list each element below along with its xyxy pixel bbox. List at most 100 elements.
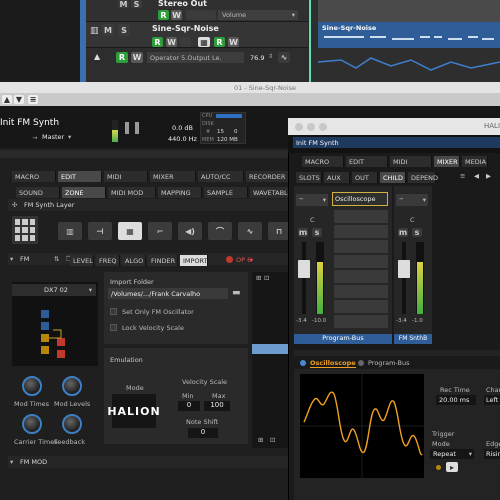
midi-clip[interactable]: Sine-Sqr-Noise bbox=[318, 22, 500, 48]
halion-subtab-out[interactable]: OUT bbox=[352, 172, 378, 183]
write-button[interactable]: W bbox=[228, 37, 239, 47]
tab-edit[interactable]: EDIT bbox=[58, 171, 102, 182]
menu-icon[interactable]: ≡ bbox=[28, 95, 38, 104]
halion-tab-macro[interactable]: MACRO bbox=[302, 156, 344, 167]
lfo-icon[interactable]: ∿ bbox=[238, 222, 262, 240]
halion-subtab-child[interactable]: CHILD bbox=[380, 172, 406, 183]
tab-midi[interactable]: MIDI bbox=[104, 171, 148, 182]
insert-slot[interactable] bbox=[334, 210, 388, 223]
fm-tab-level[interactable]: LEVEL bbox=[70, 255, 94, 266]
envelope-icon[interactable]: ⊞ bbox=[256, 274, 261, 282]
mute-button[interactable]: m bbox=[398, 228, 408, 237]
tab-mixer[interactable]: MIXER bbox=[150, 171, 196, 182]
write-button[interactable]: W bbox=[171, 10, 182, 20]
insert-slot[interactable] bbox=[334, 315, 388, 328]
tab-auto-cc[interactable]: AUTO/CC bbox=[198, 171, 244, 182]
tune-knob[interactable] bbox=[135, 122, 139, 134]
mod-levels-knob[interactable] bbox=[62, 376, 82, 396]
chevron-down-icon[interactable]: ▾ bbox=[250, 256, 253, 264]
step-icon[interactable]: ⊓ bbox=[268, 222, 290, 240]
channel-1-io[interactable]: – ▾ bbox=[296, 194, 328, 206]
envelope-icon-2[interactable]: ⊡ bbox=[264, 274, 269, 282]
fit-icon[interactable]: ⊡ bbox=[270, 436, 275, 444]
subtab-midi-mod[interactable]: MIDI MOD bbox=[108, 187, 156, 198]
feedback-knob[interactable] bbox=[62, 414, 82, 434]
program-name[interactable]: Init FM Synth bbox=[0, 118, 59, 128]
edge-select[interactable]: Risin bbox=[484, 449, 500, 459]
read-button[interactable]: R bbox=[152, 37, 163, 47]
scope-tab[interactable]: Oscilloscope bbox=[310, 359, 356, 368]
down-arrow-icon[interactable]: ▼ bbox=[14, 95, 24, 104]
chevron-down-icon[interactable]: ▾ bbox=[89, 286, 92, 294]
halion-subtab-depend[interactable]: DEPEND bbox=[408, 172, 438, 183]
expand-icon[interactable]: ✣ bbox=[12, 201, 17, 209]
arm-trigger-button[interactable]: ▸ bbox=[446, 462, 458, 472]
master-label[interactable]: Master bbox=[42, 133, 64, 141]
speaker-icon[interactable]: ◀) bbox=[178, 222, 202, 240]
folder-icon[interactable]: ▬ bbox=[232, 288, 241, 298]
insert-slot[interactable] bbox=[334, 255, 388, 268]
module-grid-icon[interactable] bbox=[12, 216, 38, 244]
insert-slot[interactable] bbox=[334, 300, 388, 313]
sort-icon[interactable]: ⇅ bbox=[54, 255, 59, 263]
min-field[interactable]: 0 bbox=[178, 401, 200, 411]
channel-2-io[interactable]: – ▾ bbox=[396, 194, 428, 206]
automation-icon[interactable]: ∿ bbox=[278, 52, 290, 63]
read-button[interactable]: R bbox=[158, 10, 169, 20]
halion-tab-midi[interactable]: MIDI bbox=[390, 156, 432, 167]
lock-velocity-checkbox[interactable] bbox=[110, 324, 117, 331]
note-shift-field[interactable]: 0 bbox=[188, 428, 218, 438]
mode-selector[interactable]: HALION bbox=[107, 394, 160, 428]
automation-param-field[interactable]: Operator 5.Output Le. bbox=[147, 52, 244, 63]
up-arrow-icon[interactable]: ▲ bbox=[2, 95, 12, 104]
list-icon[interactable]: ≡ bbox=[460, 172, 465, 180]
fm-tab-freq[interactable]: FREQ bbox=[96, 255, 120, 266]
chevron-down-icon[interactable]: ▾ bbox=[469, 450, 472, 458]
halion-subtab-slots[interactable]: SLOTS bbox=[296, 172, 322, 183]
insert-field[interactable]: Volume ▾ bbox=[218, 10, 298, 20]
max-field[interactable]: 100 bbox=[204, 401, 230, 411]
tab-recorder[interactable]: RECORDER bbox=[246, 171, 290, 182]
stereo-out-clip[interactable] bbox=[318, 0, 500, 22]
carrier-times-knob[interactable] bbox=[22, 414, 42, 434]
program-tree-item[interactable]: Init FM Synth bbox=[293, 137, 500, 148]
insert-slot[interactable] bbox=[334, 240, 388, 253]
volume-fader[interactable] bbox=[298, 260, 310, 278]
collapse-icon[interactable]: ▾ bbox=[10, 255, 13, 263]
maximize-icon[interactable] bbox=[319, 123, 327, 131]
fm-tab-import[interactable]: IMPORT bbox=[180, 255, 208, 266]
channel-2-name[interactable]: FM SnthB bbox=[394, 334, 432, 344]
insert-slot[interactable] bbox=[334, 285, 388, 298]
halion-tab-edit[interactable]: EDIT bbox=[346, 156, 388, 167]
read-button[interactable]: R bbox=[214, 37, 225, 47]
edit-instrument-icon[interactable]: ▦ bbox=[198, 37, 210, 47]
only-fm-checkbox[interactable] bbox=[110, 308, 117, 315]
adsr-icon[interactable]: ⌒ bbox=[208, 222, 232, 240]
subtab-sample[interactable]: SAMPLE bbox=[204, 187, 248, 198]
zoom-icon[interactable]: ⊞ bbox=[258, 436, 263, 444]
tab-macro[interactable]: MACRO bbox=[12, 171, 56, 182]
channel-1-name[interactable]: Program-Bus bbox=[294, 334, 392, 344]
collapse-icon[interactable]: ▾ bbox=[10, 458, 13, 466]
solo-button[interactable]: S bbox=[118, 24, 130, 36]
read-button[interactable]: R bbox=[116, 52, 128, 63]
automation-curve[interactable] bbox=[311, 48, 500, 82]
mod-times-knob[interactable] bbox=[22, 376, 42, 396]
rec-time-field[interactable]: 20.00 ms bbox=[436, 395, 476, 405]
subtab-sound[interactable]: SOUND bbox=[16, 187, 60, 198]
write-button[interactable]: W bbox=[166, 37, 177, 47]
mute-button[interactable]: m bbox=[298, 228, 308, 237]
write-button[interactable]: W bbox=[131, 52, 143, 63]
halion-tab-media[interactable]: MEDIA bbox=[462, 156, 488, 167]
halion-tab-mixer[interactable]: MIXER bbox=[434, 156, 460, 167]
automation-value[interactable]: 76.9 bbox=[250, 54, 264, 62]
subtab-mapping[interactable]: MAPPING bbox=[158, 187, 202, 198]
close-icon[interactable] bbox=[295, 123, 303, 131]
chevron-down-icon[interactable]: ▾ bbox=[292, 11, 295, 19]
volume-fader[interactable] bbox=[398, 260, 410, 278]
trigger-mode-select[interactable]: Repeat ▾ bbox=[430, 449, 474, 459]
preset-selector[interactable]: DX7 02 ▾ bbox=[12, 284, 96, 296]
bus-tab[interactable]: Program-Bus bbox=[368, 359, 410, 367]
subtab-zone[interactable]: ZONE bbox=[62, 187, 106, 198]
op-label[interactable]: OP 6 bbox=[236, 256, 251, 264]
